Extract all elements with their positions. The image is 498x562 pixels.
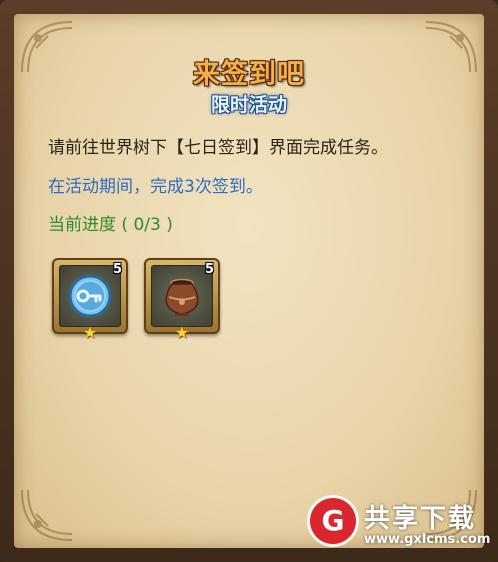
quest-progress-text: 当前进度 ( 0/3 ) (48, 215, 173, 235)
reward-slot-urn[interactable]: 5 ★ (144, 258, 220, 342)
reward-slot-key[interactable]: 5 ★ (52, 258, 128, 342)
quest-period-text: 在活动期间，完成3次签到。 (48, 177, 263, 197)
site-watermark: G 共享下载 www.gxlcms.com (310, 496, 491, 556)
urn-vase-icon (165, 278, 199, 316)
reward-count: 5 (112, 262, 122, 277)
reward-slot-inner (59, 265, 121, 327)
watermark-name: 共享下载 (364, 504, 477, 534)
quest-description: 请前往世界树下【七日签到】界面完成任务。 (48, 138, 388, 158)
star-icon: ★ (174, 323, 190, 342)
watermark-logo-icon: G (310, 498, 356, 544)
reward-slot-inner (151, 265, 213, 327)
panel-title: 来签到吧 (193, 59, 305, 90)
corner-ornament-icon (18, 486, 76, 544)
watermark-url: www.gxlcms.com (364, 532, 491, 547)
panel-subtitle: 限时活动 (210, 94, 287, 116)
quest-panel-frame: 来签到吧 限时活动 请前往世界树下【七日签到】界面完成任务。 在活动期间，完成3… (0, 0, 498, 562)
star-icon: ★ (82, 323, 98, 342)
key-coin-icon (68, 274, 112, 318)
reward-count: 5 (204, 262, 214, 277)
